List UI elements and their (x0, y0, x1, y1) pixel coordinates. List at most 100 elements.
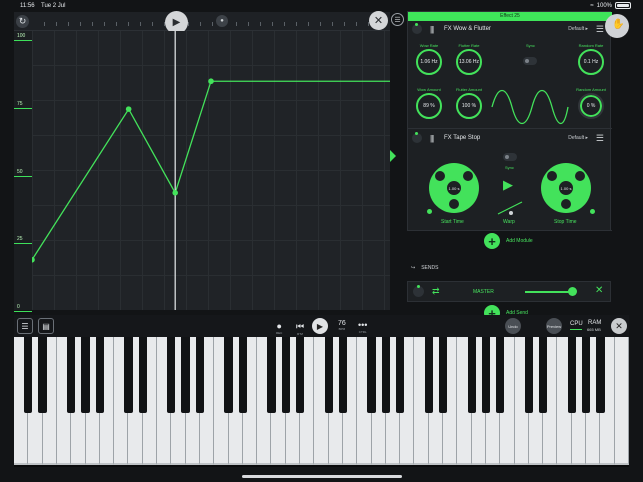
black-key[interactable] (95, 337, 104, 413)
black-key[interactable] (467, 337, 476, 413)
send-row-master: ⇄ MASTER ✕ (407, 281, 611, 302)
module-title-row: ||| FX Tape Stop Default ▸ ☰ (408, 130, 612, 146)
black-key[interactable] (581, 337, 591, 413)
envelope-point[interactable] (125, 106, 132, 112)
sync-toggle[interactable] (523, 57, 537, 65)
module-menu-button[interactable]: ☰ (596, 24, 604, 35)
reel-hole (547, 171, 557, 181)
black-key[interactable] (195, 337, 205, 413)
piano-keyboard[interactable] (14, 337, 629, 467)
axis-label: 50 (17, 169, 23, 175)
black-key[interactable] (539, 337, 548, 413)
bpm-display[interactable]: 76 BPM (338, 320, 346, 331)
close-keyboard-button[interactable]: ✕ (611, 318, 627, 334)
knob-wow-rate[interactable]: Wow Rate 1.06 Hz (411, 43, 447, 75)
axis-label: 100 (17, 33, 26, 39)
knob-wow-amount[interactable]: Wow Amount 89 % (411, 87, 447, 119)
black-key[interactable] (24, 337, 33, 413)
warp-curve[interactable] (496, 198, 526, 216)
preset-selector[interactable]: Default ▸ (568, 135, 588, 141)
value-axis: 100 75 50 25 0 (14, 31, 32, 312)
black-key[interactable] (567, 337, 576, 413)
black-key[interactable] (267, 337, 276, 413)
knob-dial[interactable]: 0.1 Hz (578, 49, 604, 75)
black-key[interactable] (481, 337, 491, 413)
reel-hole (575, 171, 585, 181)
marker-button[interactable]: ● (216, 15, 228, 27)
envelope-point[interactable] (32, 256, 35, 263)
ruler-ticks (44, 22, 374, 26)
black-key[interactable] (596, 337, 605, 413)
undo-button[interactable]: Undo (505, 318, 521, 334)
stop-time-wheel[interactable]: 1.00 s (541, 163, 591, 213)
black-key[interactable] (281, 337, 290, 413)
record-button[interactable]: ● REC (276, 321, 282, 335)
ctrl-button[interactable]: ••• CTRL (358, 320, 367, 334)
status-date: Tue 2 Jul (41, 3, 66, 9)
add-module-button[interactable]: + Add Module (484, 233, 533, 249)
send-level-handle[interactable] (568, 287, 577, 296)
tape-play-button[interactable]: ▶ (503, 177, 513, 193)
preview-button[interactable]: Preview (546, 318, 562, 334)
black-key[interactable] (181, 337, 190, 413)
black-key[interactable] (38, 337, 47, 413)
preset-selector[interactable]: Default ▸ (568, 26, 588, 32)
loop-button[interactable]: ↻ (16, 15, 29, 28)
envelope-graph[interactable] (32, 31, 390, 310)
black-key[interactable] (496, 337, 505, 413)
knob-dial[interactable]: 100 % (456, 93, 482, 119)
fx-panel-corner-button[interactable]: ✋ (605, 14, 629, 38)
knob-dial[interactable]: 1.06 Hz (416, 49, 442, 75)
module-power-toggle[interactable] (412, 23, 422, 34)
black-key[interactable] (438, 337, 448, 413)
black-key[interactable] (381, 337, 390, 413)
menu-button[interactable]: ☰ (391, 13, 404, 26)
knob-random-rate[interactable]: Random Rate 0.1 Hz (573, 43, 609, 75)
send-power-toggle[interactable] (413, 285, 424, 297)
black-key[interactable] (81, 337, 90, 413)
mixer-button[interactable]: ☰ (17, 318, 33, 334)
black-key[interactable] (324, 337, 333, 413)
axis-label: 75 (17, 101, 23, 107)
start-time-handle[interactable] (427, 209, 432, 214)
black-key[interactable] (338, 337, 348, 413)
send-level-slider[interactable] (525, 291, 573, 293)
bpm-value: 76 (338, 320, 346, 327)
black-key[interactable] (67, 337, 76, 413)
transport-play-button[interactable]: ▶ (312, 318, 328, 334)
envelope-plot[interactable] (32, 31, 390, 310)
close-editor-button[interactable]: ✕ (369, 11, 388, 30)
module-power-toggle[interactable] (412, 132, 422, 143)
black-key[interactable] (367, 337, 376, 413)
knob-dial[interactable]: 89 % (416, 93, 442, 119)
knob-random-amount[interactable]: Random Amount 0 % (573, 87, 609, 119)
black-key[interactable] (424, 337, 433, 413)
envelope-point[interactable] (208, 78, 214, 85)
black-key[interactable] (224, 337, 233, 413)
module-menu-button[interactable]: ☰ (596, 133, 604, 144)
black-key[interactable] (524, 337, 534, 413)
battery-percent: 100% (596, 2, 612, 9)
knob-flutter-amount[interactable]: Flutter Amount 100 % (451, 87, 487, 119)
white-key[interactable] (614, 337, 629, 465)
knob-dial[interactable]: 13.06 Hz (456, 49, 482, 75)
swap-icon[interactable]: ⇄ (432, 286, 440, 297)
knob-value: 100 % (461, 103, 477, 109)
black-key[interactable] (138, 337, 147, 413)
black-key[interactable] (238, 337, 247, 413)
piano-view-button[interactable]: ▤ (38, 318, 54, 334)
envelope-point[interactable] (172, 190, 178, 196)
timeline-ruler[interactable]: ↻ ▶ ● ✕ (14, 11, 390, 34)
tape-sync-toggle[interactable] (503, 153, 517, 161)
stop-time-handle[interactable] (590, 209, 595, 214)
black-key[interactable] (167, 337, 176, 413)
remove-send-button[interactable]: ✕ (595, 285, 603, 296)
black-key[interactable] (124, 337, 133, 413)
panel-toggle-arrow[interactable] (390, 150, 396, 162)
black-key[interactable] (295, 337, 305, 413)
return-to-zero-button[interactable]: ⏮ RTZ (296, 321, 304, 336)
start-time-wheel[interactable]: 1.00 s (429, 163, 479, 213)
knob-dial[interactable]: 0 % (578, 93, 604, 119)
knob-flutter-rate[interactable]: Flutter Rate 13.06 Hz (451, 43, 487, 75)
black-key[interactable] (396, 337, 405, 413)
